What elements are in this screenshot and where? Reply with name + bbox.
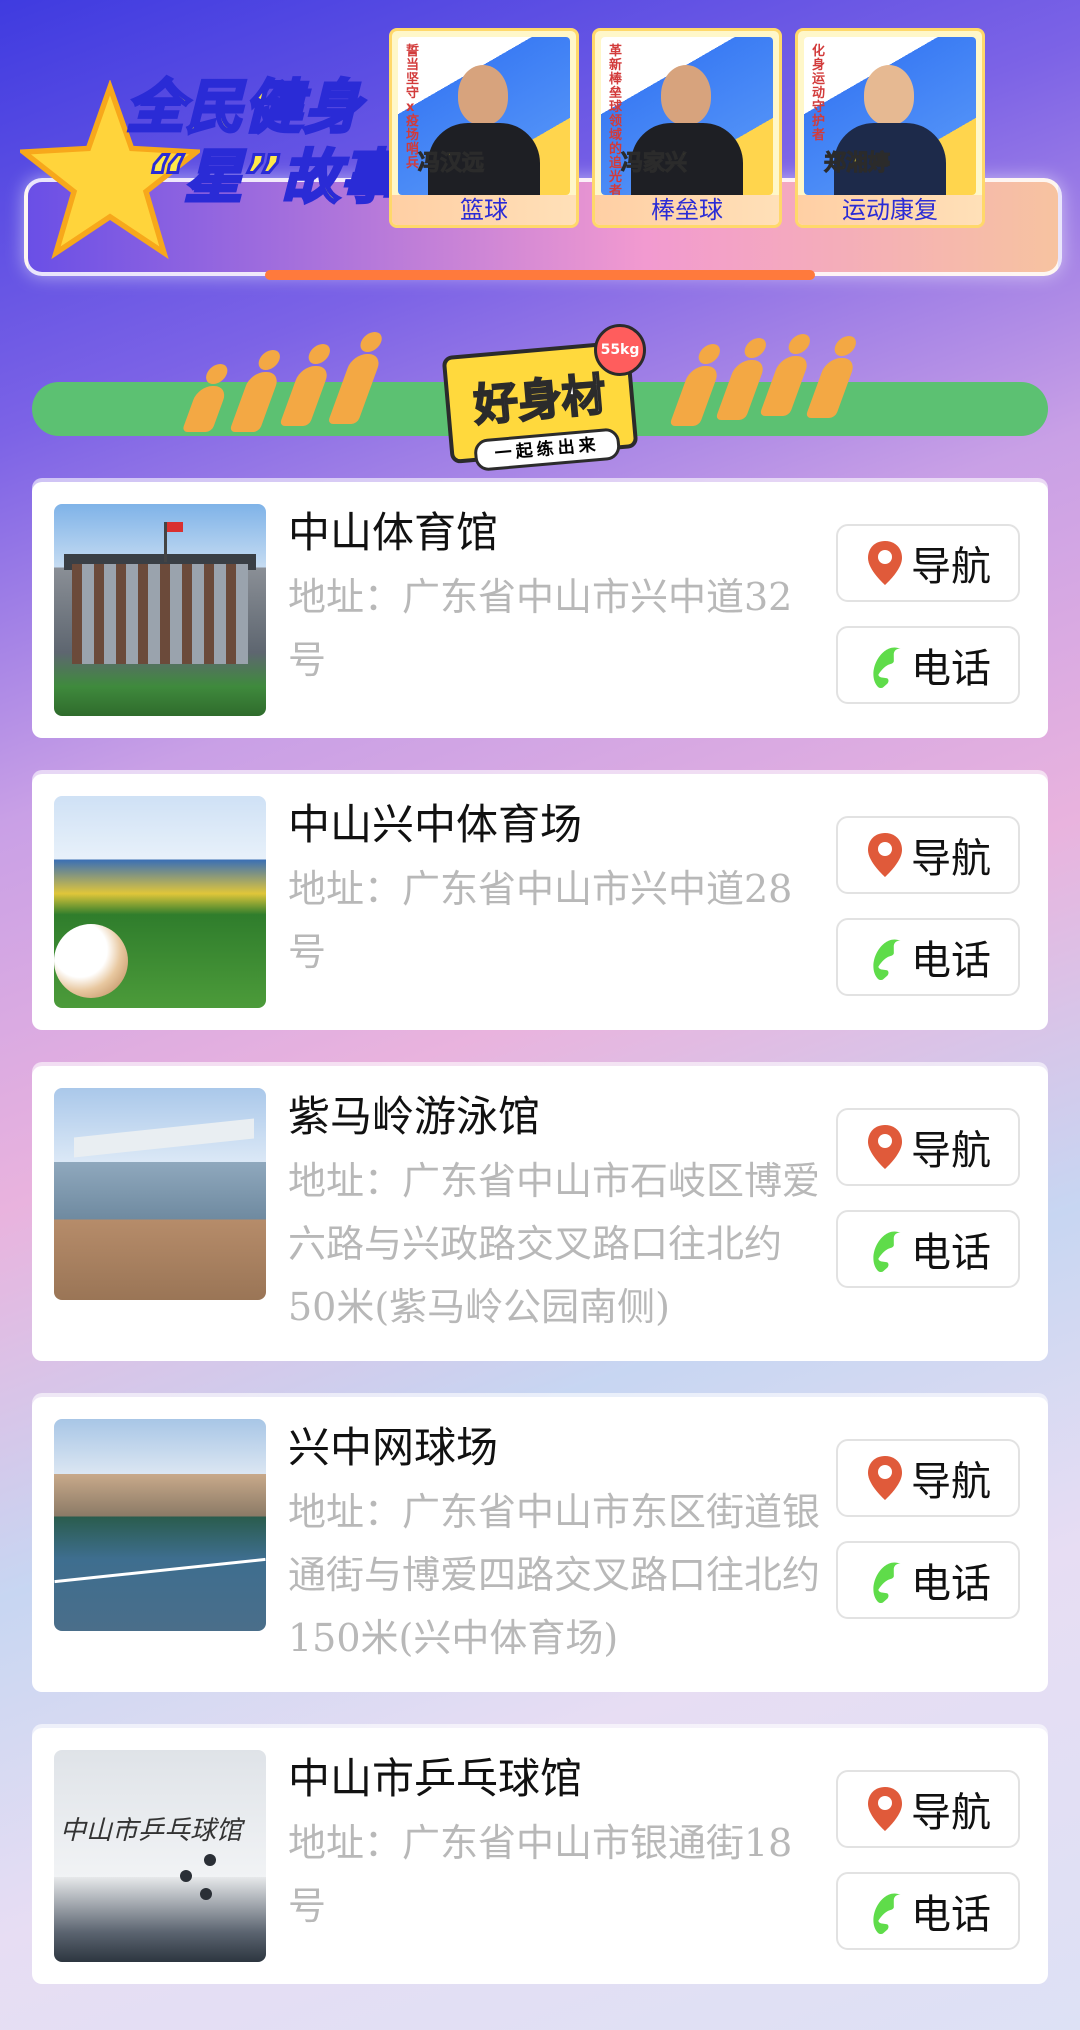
navigate-button[interactable]: 导航 bbox=[836, 524, 1020, 602]
call-button[interactable]: 电话 bbox=[836, 1541, 1020, 1619]
navigate-button[interactable]: 导航 bbox=[836, 1108, 1020, 1186]
star-card-basketball[interactable]: 誓当坚守x疫场哨兵 冯汉远 篮球 bbox=[389, 28, 579, 228]
call-label: 电话 bbox=[911, 1892, 991, 1938]
person-photo: 革新棒垒球领域的追光者 冯家兴 bbox=[601, 37, 773, 195]
star-card-rehab[interactable]: 化身运动守护者 郑湘婷 运动康复 bbox=[795, 28, 985, 228]
banner-title-line-1: 全民健身 bbox=[125, 72, 363, 143]
call-label: 电话 bbox=[911, 938, 991, 984]
promo-banner[interactable]: 全民健身 “星”故事 誓当坚守x疫场哨兵 冯汉远 篮球 革新棒垒球领域的追光者 … bbox=[0, 0, 1080, 300]
map-pin-icon bbox=[868, 541, 902, 585]
banner-title: 全民健身 “星”故事 bbox=[125, 72, 401, 213]
navigate-label: 导航 bbox=[911, 836, 991, 882]
navigate-label: 导航 bbox=[911, 1128, 991, 1174]
runners-left-icon bbox=[180, 336, 410, 446]
map-pin-icon bbox=[868, 1456, 902, 1500]
navigate-button[interactable]: 导航 bbox=[836, 1439, 1020, 1517]
venue-address: 地址：广东省中山市兴中道28号 bbox=[288, 867, 793, 974]
call-label: 电话 bbox=[911, 1230, 991, 1276]
banner-accent-bar bbox=[265, 270, 815, 280]
venue-address: 地址：广东省中山市银通街18号 bbox=[288, 1821, 793, 1928]
venue-photo bbox=[54, 796, 266, 1008]
person-photo: 誓当坚守x疫场哨兵 冯汉远 bbox=[398, 37, 570, 195]
venue-address: 地址：广东省中山市石岐区博爱六路与兴政路交叉路口往北约50米(紫马岭公园南侧) bbox=[288, 1159, 821, 1329]
phone-icon bbox=[873, 939, 901, 981]
phone-icon bbox=[873, 1893, 901, 1935]
person-category: 运动康复 bbox=[798, 195, 982, 225]
venue-card[interactable]: 中山兴中体育场 地址：广东省中山市兴中道28号 导航 电话 bbox=[32, 774, 1048, 1030]
map-pin-icon bbox=[868, 1125, 902, 1169]
venue-photo-sign: 中山市乒乓球馆 bbox=[60, 1816, 243, 1846]
venue-name: 紫马岭游泳馆 bbox=[288, 1092, 541, 1141]
venue-list: 中山体育馆 地址：广东省中山市兴中道32号 导航 电话 中山兴中体育场 地址：广… bbox=[32, 482, 1048, 2020]
venue-photo bbox=[54, 1419, 266, 1631]
venue-photo bbox=[54, 1088, 266, 1300]
map-pin-icon bbox=[868, 1787, 902, 1831]
venue-address: 地址：广东省中山市东区街道银通街与博爱四路交叉路口往北约150米(兴中体育场) bbox=[288, 1490, 821, 1660]
person-photo: 化身运动守护者 郑湘婷 bbox=[804, 37, 976, 195]
phone-icon bbox=[873, 1562, 901, 1604]
venue-photo bbox=[54, 504, 266, 716]
navigate-label: 导航 bbox=[911, 544, 991, 590]
venue-photo: 中山市乒乓球馆 bbox=[54, 1750, 266, 1962]
venue-name: 中山体育馆 bbox=[288, 508, 499, 557]
kettlebell-icon: 55kg bbox=[594, 324, 646, 376]
runners-right-icon bbox=[669, 336, 890, 446]
phone-icon bbox=[873, 1231, 901, 1273]
call-button[interactable]: 电话 bbox=[836, 626, 1020, 704]
navigate-button[interactable]: 导航 bbox=[836, 816, 1020, 894]
person-name: 冯汉远 bbox=[417, 151, 485, 177]
banner-title-line-2: “星”故事 bbox=[145, 142, 401, 213]
call-label: 电话 bbox=[911, 646, 991, 692]
navigate-label: 导航 bbox=[911, 1790, 991, 1836]
call-button[interactable]: 电话 bbox=[836, 1872, 1020, 1950]
venue-address: 地址：广东省中山市兴中道32号 bbox=[288, 575, 793, 682]
venue-name: 兴中网球场 bbox=[288, 1423, 499, 1472]
person-name: 冯家兴 bbox=[620, 151, 688, 177]
person-tag: 化身运动守护者 bbox=[812, 44, 826, 143]
map-pin-icon bbox=[868, 833, 902, 877]
venue-name: 中山兴中体育场 bbox=[288, 800, 583, 849]
call-label: 电话 bbox=[911, 1561, 991, 1607]
person-name: 郑湘婷 bbox=[823, 151, 891, 177]
person-category: 棒垒球 bbox=[595, 195, 779, 225]
star-card-baseball[interactable]: 革新棒垒球领域的追光者 冯家兴 棒垒球 bbox=[592, 28, 782, 228]
navigate-label: 导航 bbox=[911, 1459, 991, 1505]
venue-card[interactable]: 兴中网球场 地址：广东省中山市东区街道银通街与博爱四路交叉路口往北约150米(兴… bbox=[32, 1397, 1048, 1692]
person-category: 篮球 bbox=[392, 195, 576, 225]
venue-card[interactable]: 中山体育馆 地址：广东省中山市兴中道32号 导航 电话 bbox=[32, 482, 1048, 738]
phone-icon bbox=[873, 647, 901, 689]
call-button[interactable]: 电话 bbox=[836, 918, 1020, 996]
hero-section: 好身材 一起练出来 55kg bbox=[0, 320, 1080, 472]
venue-name: 中山市乒乓球馆 bbox=[288, 1754, 583, 1803]
logo-subtitle: 一起练出来 bbox=[473, 427, 622, 472]
venue-card[interactable]: 紫马岭游泳馆 地址：广东省中山市石岐区博爱六路与兴政路交叉路口往北约50米(紫马… bbox=[32, 1066, 1048, 1361]
call-button[interactable]: 电话 bbox=[836, 1210, 1020, 1288]
navigate-button[interactable]: 导航 bbox=[836, 1770, 1020, 1848]
venue-card[interactable]: 中山市乒乓球馆 中山市乒乓球馆 地址：广东省中山市银通街18号 导航 电话 bbox=[32, 1728, 1048, 1984]
